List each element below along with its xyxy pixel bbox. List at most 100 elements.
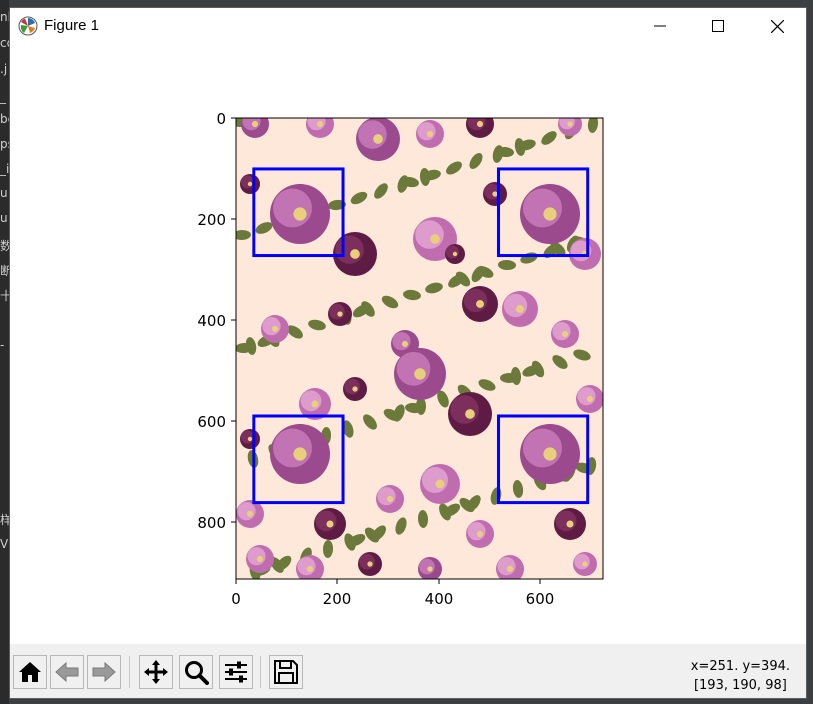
flower-center-shape bbox=[326, 520, 334, 528]
flower-center-shape bbox=[476, 300, 484, 308]
flower-center-shape bbox=[465, 409, 475, 419]
flower-center-shape bbox=[337, 311, 343, 317]
y-axis: 0 200 400 600 800 bbox=[197, 110, 236, 532]
coords-position: x=251. y=394. bbox=[690, 659, 790, 674]
right-arrow-icon bbox=[92, 661, 116, 683]
flower-shape bbox=[574, 553, 590, 570]
flower-shape bbox=[415, 220, 444, 249]
left-arrow-icon bbox=[55, 661, 79, 683]
flower-center-shape bbox=[401, 340, 409, 348]
minimize-icon bbox=[654, 25, 666, 27]
flower-shape bbox=[497, 557, 516, 576]
magnifier-icon bbox=[185, 661, 209, 685]
flower-shape bbox=[467, 118, 486, 131]
bg-text: _i bbox=[0, 162, 9, 176]
y-tick-label: 600 bbox=[197, 413, 226, 431]
flower-center-shape bbox=[293, 447, 307, 461]
coords-pixel-value: [193, 190, 98] bbox=[693, 678, 787, 693]
home-button[interactable] bbox=[13, 655, 47, 689]
minimize-button[interactable] bbox=[631, 8, 689, 44]
flower-shape bbox=[396, 351, 431, 386]
flower-center-shape bbox=[561, 330, 569, 338]
flower-shape bbox=[273, 428, 312, 468]
flower-shape bbox=[555, 510, 577, 532]
flower-shape bbox=[247, 547, 266, 566]
flower-center-shape bbox=[350, 249, 360, 259]
bg-text: V bbox=[0, 537, 9, 551]
maximize-icon bbox=[712, 20, 724, 32]
bg-text: u bbox=[0, 211, 8, 225]
configure-subplots-button[interactable] bbox=[219, 655, 253, 689]
sliders-icon bbox=[225, 661, 247, 683]
flower-center-shape bbox=[251, 120, 259, 128]
flower-shape bbox=[262, 317, 281, 336]
x-tick-label: 0 bbox=[231, 590, 241, 608]
figure-window: Figure 1 0 200 400 600 0 200 400 600 800… bbox=[9, 7, 807, 699]
bg-text: ps bbox=[0, 137, 9, 151]
home-icon bbox=[19, 662, 41, 682]
flower-center-shape bbox=[256, 555, 264, 563]
floral-image bbox=[236, 118, 603, 579]
bg-text: co bbox=[0, 36, 9, 50]
flower-shape bbox=[358, 120, 387, 149]
flower-center-shape bbox=[414, 368, 426, 380]
bg-text: 断 bbox=[0, 264, 9, 278]
flower-center-shape bbox=[430, 234, 440, 244]
x-tick-label: 200 bbox=[323, 590, 352, 608]
close-button[interactable] bbox=[748, 8, 806, 44]
flower-shape bbox=[242, 118, 261, 131]
x-tick-label: 400 bbox=[425, 590, 454, 608]
window-title: Figure 1 bbox=[44, 17, 100, 34]
flower-center-shape bbox=[435, 479, 445, 489]
flower-shape bbox=[315, 510, 337, 532]
title-bar[interactable]: Figure 1 bbox=[10, 8, 806, 44]
close-icon bbox=[770, 19, 784, 33]
maximize-button[interactable] bbox=[689, 8, 747, 44]
background-ide-panel: nl co .j _ be ps _i u u 数 断 十 - 样 V bbox=[0, 0, 9, 704]
forward-button[interactable] bbox=[87, 655, 121, 689]
pan-button[interactable] bbox=[139, 655, 173, 689]
bg-text: _ bbox=[0, 90, 6, 104]
bg-text: 十 bbox=[0, 289, 9, 303]
flower-center-shape bbox=[566, 520, 574, 528]
move-icon bbox=[144, 660, 168, 684]
figure-canvas[interactable]: 0 200 400 600 0 200 400 600 800 bbox=[10, 44, 806, 644]
flower-shape bbox=[329, 303, 345, 320]
bg-text: .j bbox=[0, 62, 8, 76]
flower-shape bbox=[335, 235, 364, 264]
back-button[interactable] bbox=[50, 655, 84, 689]
flower-shape bbox=[419, 558, 435, 575]
flower-shape bbox=[237, 502, 256, 521]
floppy-disk-icon bbox=[274, 660, 298, 684]
flower-shape bbox=[467, 522, 486, 541]
flower-center-shape bbox=[586, 395, 594, 403]
flower-center-shape bbox=[567, 121, 573, 127]
flower-shape bbox=[417, 122, 436, 141]
flower-shape bbox=[392, 332, 411, 351]
flower-shape bbox=[359, 553, 375, 570]
toolbar-separator bbox=[260, 656, 261, 688]
flower-center-shape bbox=[492, 191, 498, 197]
flower-center-shape bbox=[543, 207, 557, 221]
flower-shape bbox=[297, 557, 316, 576]
matplotlib-logo-icon bbox=[18, 16, 38, 36]
zoom-button[interactable] bbox=[179, 655, 213, 689]
flower-shape bbox=[273, 188, 312, 228]
flower-shape bbox=[446, 245, 459, 259]
navigation-toolbar: x=251. y=394. [193, 190, 98] bbox=[10, 644, 806, 698]
flower-shape bbox=[300, 390, 322, 412]
bg-text: u bbox=[0, 186, 8, 200]
flower-shape bbox=[577, 387, 596, 406]
flower-center-shape bbox=[367, 561, 373, 567]
flower-center-shape bbox=[582, 561, 588, 567]
flower-center-shape bbox=[306, 565, 314, 573]
flower-center-shape bbox=[452, 251, 458, 257]
save-button[interactable] bbox=[269, 655, 303, 689]
flower-shape bbox=[463, 288, 488, 313]
flower-shape bbox=[377, 487, 396, 506]
y-tick-label: 200 bbox=[197, 211, 226, 229]
flower-shape bbox=[307, 118, 326, 131]
x-tick-label: 600 bbox=[526, 590, 555, 608]
flower-center-shape bbox=[516, 305, 524, 313]
flower-shape bbox=[559, 118, 575, 130]
